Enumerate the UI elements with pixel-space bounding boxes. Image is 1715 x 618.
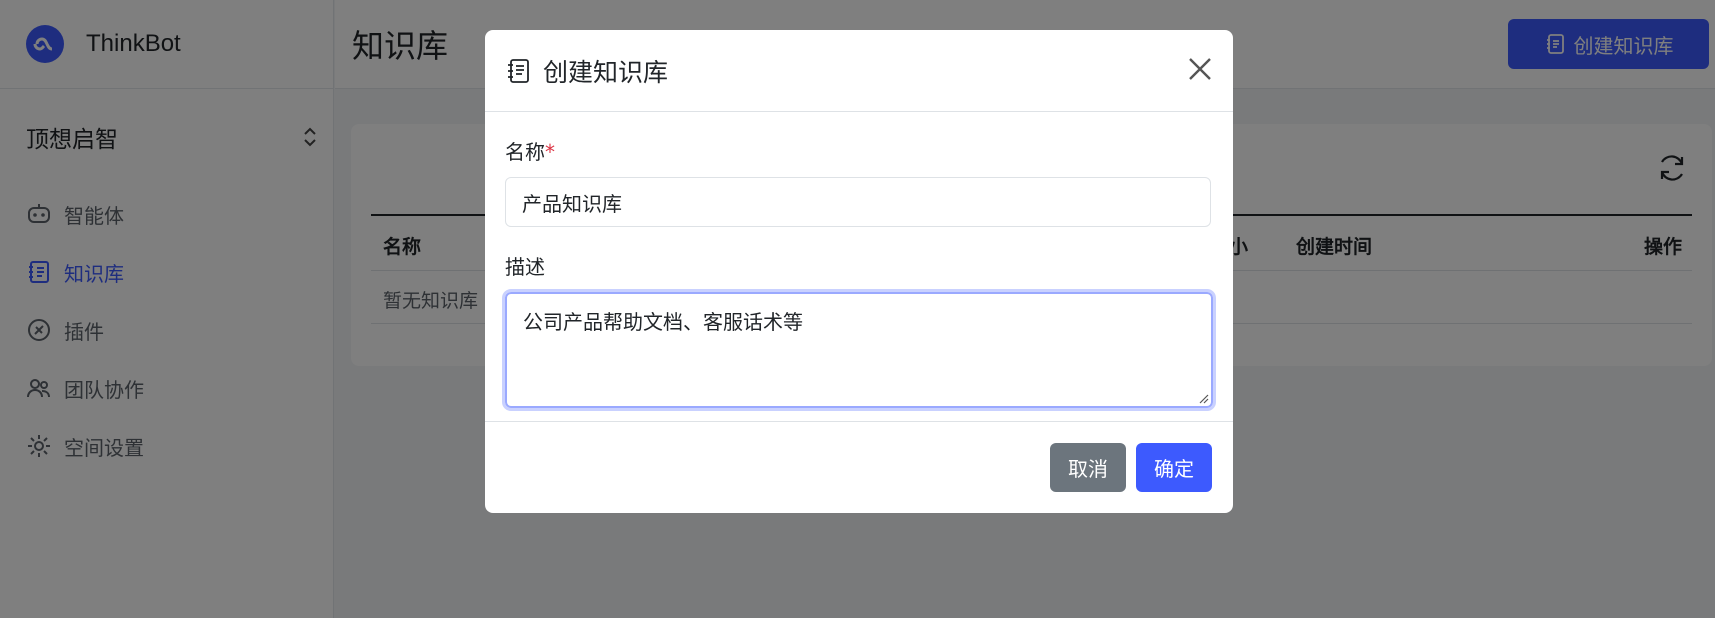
modal-header: 创建知识库 (485, 30, 1233, 112)
name-label: 名称* (505, 136, 1213, 165)
confirm-button[interactable]: 确定 (1136, 443, 1212, 492)
modal-title: 创建知识库 (543, 57, 669, 87)
required-mark: * (545, 140, 555, 164)
modal-footer: 取消 确定 (485, 421, 1233, 513)
journal-icon (508, 58, 529, 83)
name-input[interactable]: 产品知识库 (505, 177, 1211, 227)
close-icon[interactable] (1185, 54, 1215, 84)
name-label-text: 名称 (505, 140, 545, 164)
resize-handle-icon[interactable] (1197, 392, 1209, 404)
cancel-button[interactable]: 取消 (1050, 443, 1126, 492)
create-knowledge-modal: 创建知识库 名称* 产品知识库 描述 公司产品帮助文档、客服话术等 取消 确定 (485, 30, 1233, 513)
description-textarea[interactable]: 公司产品帮助文档、客服话术等 (502, 289, 1216, 411)
description-label: 描述 (505, 255, 545, 279)
modal-body: 名称* 产品知识库 描述 公司产品帮助文档、客服话术等 (485, 136, 1233, 411)
description-value: 公司产品帮助文档、客服话术等 (523, 310, 803, 334)
name-input-value: 产品知识库 (522, 191, 622, 216)
